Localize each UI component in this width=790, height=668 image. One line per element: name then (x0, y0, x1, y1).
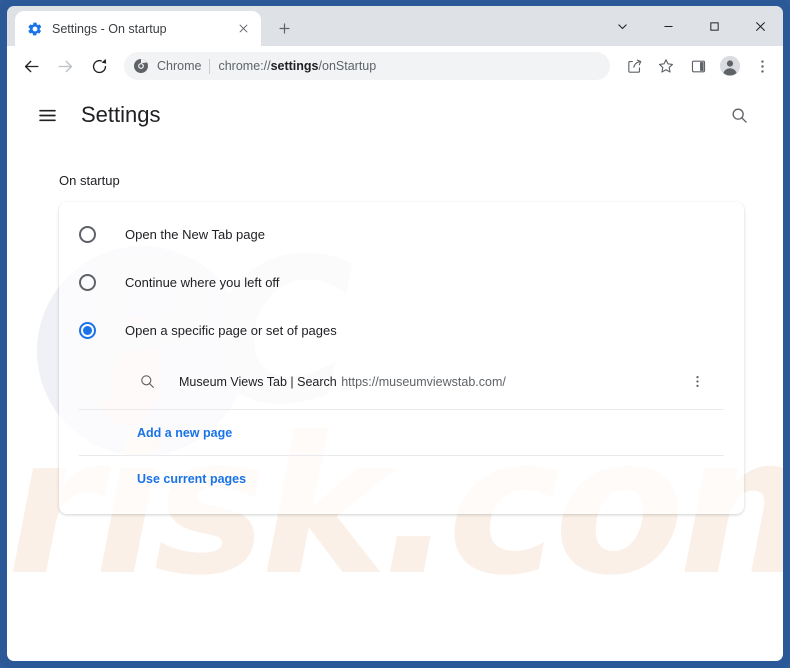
chevron-down-icon (617, 23, 627, 29)
page-title: Settings (81, 102, 161, 127)
arrow-right-icon (57, 60, 72, 72)
add-a-new-page-button[interactable]: Add a new page (79, 410, 724, 456)
startup-section: On startup Open the New Tab page Continu… (7, 173, 783, 514)
radio-button[interactable] (79, 225, 96, 243)
close-button[interactable] (737, 10, 783, 42)
arrow-left-icon (24, 60, 39, 72)
browser-toolbar: Chrome chrome://settings/onStartup (7, 46, 783, 86)
radio-option-new-tab-page[interactable]: Open the New Tab page (59, 210, 744, 258)
plus-icon (278, 22, 290, 34)
settings-header: Settings (7, 86, 783, 144)
window-controls (599, 6, 783, 46)
settings-page: PC risk.com Settings On startup (7, 86, 783, 661)
maximize-button[interactable] (691, 10, 737, 42)
forward-button[interactable] (49, 50, 81, 82)
three-dot-menu-icon[interactable] (684, 369, 710, 395)
omnibox-url-text: chrome://settings/onStartup (218, 59, 377, 73)
radio-option-specific-pages[interactable]: Open a specific page or set of pages (59, 306, 744, 354)
close-icon (755, 21, 765, 31)
new-tab-button[interactable] (270, 14, 298, 42)
profile-avatar-icon[interactable] (715, 51, 745, 81)
omnibox-divider (209, 58, 211, 74)
browser-window: Settings - On startup Chrome chrome://se… (0, 0, 790, 668)
radio-label: Continue where you left off (125, 274, 280, 290)
omnibox-site-label: Chrome (157, 59, 202, 73)
chrome-logo-icon (133, 58, 149, 74)
radio-button[interactable] (79, 321, 96, 339)
radio-label: Open a specific page or set of pages (125, 322, 337, 338)
minimize-button[interactable] (645, 10, 691, 42)
hamburger-menu-icon[interactable] (27, 95, 67, 135)
search-icon (137, 372, 157, 392)
radio-label: Open the New Tab page (125, 226, 265, 242)
startup-page-list-item: Museum Views Tab | Search https://museum… (79, 354, 724, 410)
use-current-pages-button[interactable]: Use current pages (79, 456, 724, 502)
startup-settings-card: Open the New Tab page Continue where you… (59, 202, 744, 514)
reload-button[interactable] (83, 50, 115, 82)
share-icon[interactable] (619, 51, 649, 81)
three-dot-menu-icon[interactable] (747, 51, 777, 81)
use-current-pages-label: Use current pages (137, 472, 247, 486)
startup-page-texts: Museum Views Tab | Search https://museum… (179, 373, 684, 391)
address-bar[interactable]: Chrome chrome://settings/onStartup (124, 52, 610, 80)
maximize-icon (709, 21, 719, 31)
minimize-icon (663, 25, 673, 27)
reload-icon (92, 58, 106, 73)
radio-option-continue-where-left-off[interactable]: Continue where you left off (59, 258, 744, 306)
startup-page-url: https://museumviewstab.com/ (341, 374, 506, 389)
search-icon[interactable] (719, 95, 759, 135)
gear-icon (27, 21, 43, 37)
add-a-new-page-label: Add a new page (137, 425, 233, 440)
side-panel-icon[interactable] (683, 51, 713, 81)
tab-title: Settings - On startup (52, 21, 167, 36)
browser-tab[interactable]: Settings - On startup (15, 11, 261, 46)
star-icon[interactable] (651, 51, 681, 81)
tab-strip: Settings - On startup (7, 6, 783, 46)
startup-page-title: Museum Views Tab | Search (179, 374, 337, 389)
close-icon[interactable] (233, 19, 253, 39)
section-title: On startup (59, 173, 120, 188)
radio-button[interactable] (79, 273, 96, 291)
back-button[interactable] (15, 50, 47, 82)
tab-search-button[interactable] (599, 10, 645, 42)
